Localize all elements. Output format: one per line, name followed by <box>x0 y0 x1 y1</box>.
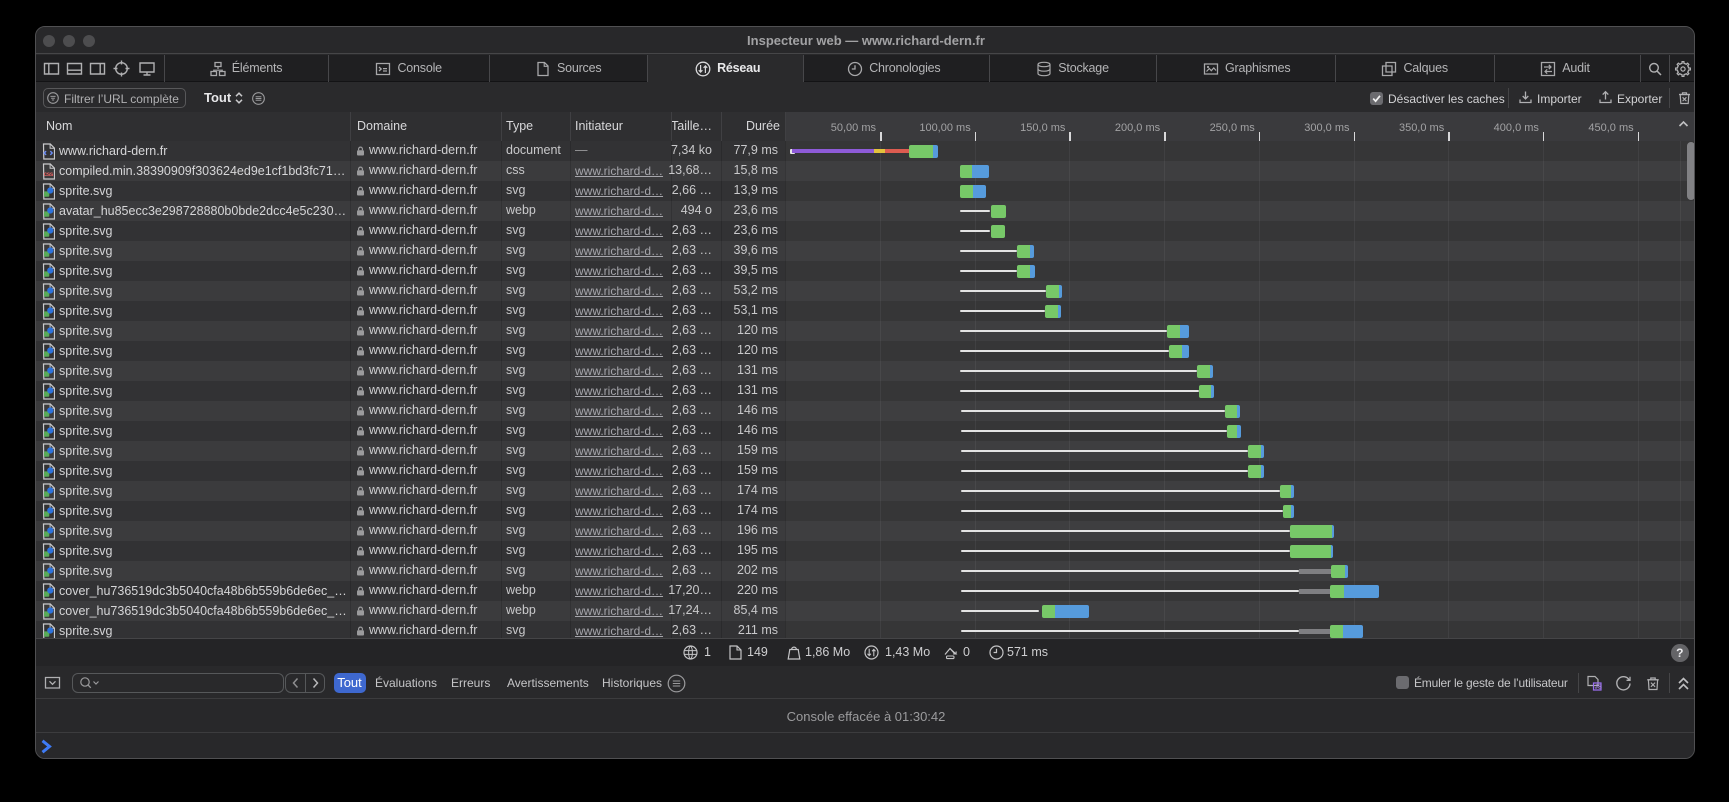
svg-text:JS: JS <box>1595 685 1602 691</box>
svg-text:css: css <box>43 171 53 178</box>
